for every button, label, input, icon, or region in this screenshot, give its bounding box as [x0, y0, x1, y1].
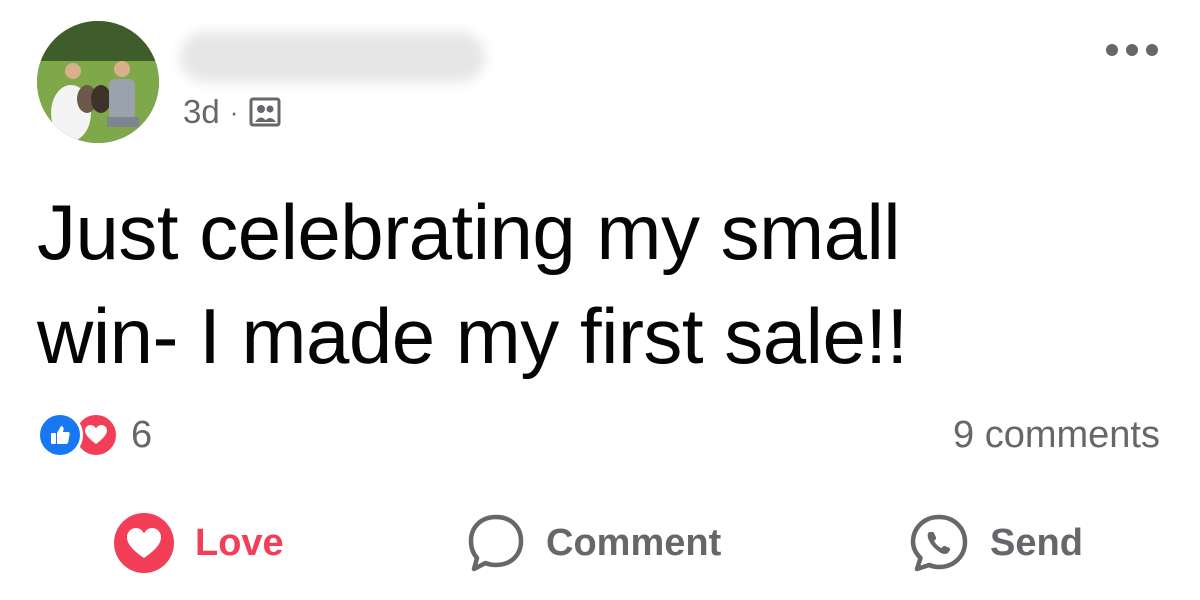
thumbs-up-icon	[37, 412, 83, 458]
comment-label: Comment	[546, 521, 722, 564]
post-text-line-2: win- I made my first sale!!	[37, 292, 908, 380]
speech-bubble-icon	[468, 514, 524, 572]
post-text-line-1: Just celebrating my small	[37, 188, 901, 276]
heart-icon	[114, 513, 174, 573]
reactions-summary[interactable]: 6	[37, 410, 152, 460]
comment-button[interactable]: Comment	[466, 508, 721, 578]
post-time[interactable]: 3d	[183, 93, 220, 131]
reaction-count: 6	[131, 413, 153, 456]
send-label: Send	[990, 521, 1083, 564]
more-options-button[interactable]	[1100, 32, 1164, 68]
more-dots-icon	[1106, 44, 1158, 56]
author-name-redacted[interactable]	[180, 32, 485, 82]
group-photo-icon[interactable]	[248, 95, 282, 129]
author-avatar[interactable]	[37, 21, 159, 143]
love-button[interactable]: Love	[113, 508, 284, 578]
post-text: Just celebrating my small win- I made my …	[37, 180, 1137, 388]
meta-separator: ·	[229, 96, 239, 127]
post-meta: 3d ·	[183, 92, 282, 132]
post-card: 3d · Just celebrating my small win- I mad…	[0, 0, 1200, 600]
send-button[interactable]: Send	[908, 508, 1083, 578]
comments-count-link[interactable]: 9 comments	[953, 410, 1160, 460]
messenger-icon	[910, 514, 968, 572]
love-label: Love	[195, 521, 284, 564]
